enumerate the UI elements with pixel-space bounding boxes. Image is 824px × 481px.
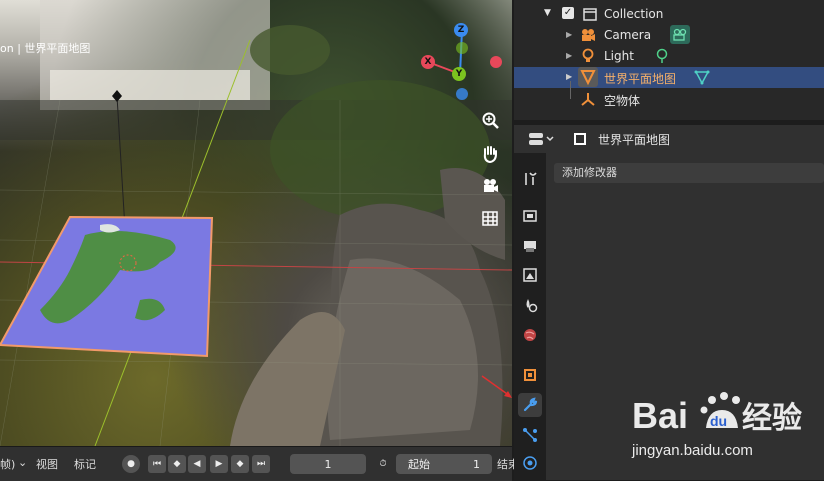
pan-hand-icon[interactable] [477,141,503,167]
add-modifier-button[interactable]: 添加修改器 [554,163,824,183]
tool-icon[interactable] [518,167,542,191]
axis-x-icon[interactable]: X [421,55,435,69]
camera-icon[interactable] [477,173,503,199]
mesh-object-icon [578,67,598,87]
outliner-item-world-map[interactable]: ▶ 世界平面地图 [514,67,824,88]
tree-line [570,81,571,99]
baidu-watermark: Bai du 经验 jingyan.baidu.com [630,388,824,468]
menu-marker[interactable]: 标记 [74,456,96,472]
collection-icon [582,6,598,25]
light-label: Light [604,49,634,63]
empty-label: 空物体 [604,94,641,108]
collection-label: Collection [604,7,664,21]
svg-text:经验: 经验 [742,401,802,436]
world-icon[interactable] [518,323,542,347]
zoom-icon[interactable] [477,107,503,133]
output-icon[interactable] [518,233,542,257]
view-layer-icon[interactable] [518,263,542,287]
modifier-icon[interactable] [518,393,542,417]
jump-start-icon[interactable]: ⏮ [148,455,166,473]
axis-y-icon[interactable]: Y [452,67,466,81]
camera-label: Camera [604,28,652,42]
watermark-url: jingyan.baidu.com [632,442,753,459]
start-label: 起始 [408,458,430,471]
properties-tab-column [514,153,546,480]
timeline-bar: 帧) ⌄ 视图 标记 ● ⏮ ◆ ◀ ▶ ◆ ⏭ 1 ⏱ 起始 1 结束 [0,446,519,481]
expand-arrow-icon[interactable]: ▶ [566,72,572,81]
light-object-icon [580,48,596,67]
playback-menu[interactable]: 帧) [0,456,15,472]
grid-icon[interactable] [477,205,503,231]
menu-view[interactable]: 视图 [36,456,58,472]
outliner-panel: ▼ ✓ Collection ▶ Camera ▶ Light ▶ 世界平面地图 [514,0,824,120]
3d-viewport[interactable]: on | 世界平面地图 Z X Y [0,0,512,446]
outliner-item-empty[interactable]: 空物体 [514,81,824,110]
empty-object-icon [580,91,596,110]
play-icon[interactable]: ▶ [210,455,228,473]
checkbox-checked-icon[interactable]: ✓ [562,7,574,19]
stopwatch-icon[interactable]: ⏱ [374,455,392,473]
svg-text:Bai: Bai [632,395,688,436]
object-properties-icon[interactable] [518,363,542,387]
chevron-down-icon[interactable]: ⌄ [18,456,27,469]
play-reverse-icon[interactable]: ◀ [188,455,206,473]
axis-z-icon[interactable]: Z [454,23,468,37]
physics-icon[interactable] [518,451,542,475]
baidu-logo: Bai du 经验 [632,392,802,436]
start-frame-field[interactable]: 起始 1 [396,454,492,474]
expand-arrow-icon[interactable]: ▼ [544,8,551,18]
mesh-data-icon[interactable] [694,69,710,88]
editor-type-icon[interactable] [528,131,556,150]
prev-keyframe-icon[interactable]: ◆ [168,455,186,473]
particles-icon[interactable] [518,423,542,447]
viewport-title: on | 世界平面地图 [0,42,91,55]
expand-arrow-icon[interactable]: ▶ [566,51,572,60]
outliner-item-light[interactable]: ▶ Light [514,46,824,67]
render-icon[interactable] [518,203,542,227]
svg-text:du: du [710,413,727,429]
outliner-item-camera[interactable]: ▶ Camera [514,25,824,46]
camera-data-icon[interactable] [670,25,690,44]
outliner-collection-row[interactable]: ▼ ✓ Collection [514,4,824,25]
properties-header: 世界平面地图 [514,125,824,153]
camera-object-icon [580,27,596,46]
scene-icon[interactable] [518,293,542,317]
record-icon[interactable]: ● [122,455,140,473]
current-frame-field[interactable]: 1 [290,454,366,474]
object-icon [572,131,588,150]
jump-end-icon[interactable]: ⏭ [252,455,270,473]
world-map-label: 世界平面地图 [604,72,677,86]
start-value: 1 [473,457,480,471]
light-data-icon[interactable] [654,48,670,67]
properties-object-name: 世界平面地图 [598,133,671,147]
next-keyframe-icon[interactable]: ◆ [231,455,249,473]
annotation-arrow [481,375,512,398]
expand-arrow-icon[interactable]: ▶ [566,30,572,39]
